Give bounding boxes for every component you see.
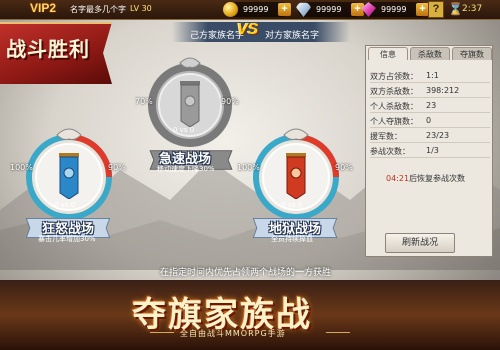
revive-time: 04:21 <box>386 174 410 183</box>
revive-text: 后恢复参战次数 <box>409 174 466 183</box>
player-name: 名字最多几个字 <box>70 5 126 14</box>
red-flag-icon <box>286 153 306 199</box>
battlefield-fury[interactable]: 100% 90% 0 vs 0 狂怒战场 暴击几率增加30% <box>10 125 128 245</box>
vs-emblem: VS <box>237 21 259 38</box>
speed-field-desc: 移动速度下降30% <box>157 165 215 173</box>
stat-row: 参战次数： 1/3 <box>370 143 490 158</box>
player-level: LV 30 <box>130 4 152 13</box>
diamond-icon <box>296 2 311 17</box>
gold-resource: 99999 + <box>223 2 291 17</box>
fury-field-desc: 暴击几率增加30% <box>38 235 96 243</box>
hourglass-icon: ⌛ <box>448 2 463 16</box>
speed-score: 0 vs 0 <box>173 126 195 134</box>
stat-value: 23/23 <box>426 131 450 140</box>
stat-row: 个人夺旗数： 0 <box>370 113 490 128</box>
stat-row: 援军数： 23/23 <box>370 128 490 143</box>
countdown-timer: 2:37 <box>462 4 483 14</box>
tab-flags[interactable]: 夺旗数 <box>452 47 492 60</box>
stat-value: 23 <box>426 101 437 110</box>
promo-subtitle: 全自由战斗MMORPG手游 <box>180 329 286 338</box>
fury-left-pct: 100% <box>10 163 33 172</box>
promo-divider-right <box>326 332 350 333</box>
grey-flag-icon <box>180 81 200 127</box>
stat-label: 双方占领数： <box>370 72 418 81</box>
help-button[interactable]: ? <box>428 1 444 18</box>
battlefield-hell[interactable]: 100% 90% 0 vs 0 地狱战场 全员持续掉血 <box>237 125 355 245</box>
top-resource-bar: VIP2 名字最多几个字 LV 30 99999 + 99999 + 99999… <box>0 0 500 20</box>
stat-value: 0 <box>426 116 432 125</box>
stat-value: 1:1 <box>426 71 439 80</box>
stat-value: 398:212 <box>426 86 460 95</box>
hell-right-pct: 90% <box>335 163 353 172</box>
tab-kills[interactable]: 杀敌数 <box>410 47 450 60</box>
battlefield-speed[interactable]: 70% 90% 0 vs 0 急速战场 移动速度下降30% <box>135 55 245 175</box>
revive-notice: 04:21后恢复参战次数 <box>386 173 465 184</box>
speed-left-pct: 70% <box>135 97 153 106</box>
my-family-name: 己方家族名字 <box>190 31 245 41</box>
victory-rule-text: 在指定时间内优先占领两个战场的一方获胜 <box>160 268 332 278</box>
info-panel: 信息 杀敌数 夺旗数 双方占领数： 1:1 双方杀敌数： 398:212 个人杀… <box>365 45 493 257</box>
stats-list: 双方占领数： 1:1 双方杀敌数： 398:212 个人杀敌数： 23 个人夺旗… <box>370 68 490 158</box>
stat-label: 参战次数： <box>370 147 410 156</box>
stat-label: 个人夺旗数： <box>370 117 418 126</box>
stat-row: 双方占领数： 1:1 <box>370 68 490 83</box>
fury-score: 0 vs 0 <box>54 201 76 209</box>
gold-value: 99999 <box>243 5 269 14</box>
stat-row: 个人杀敌数： 23 <box>370 98 490 113</box>
stat-label: 个人杀敌数： <box>370 102 418 111</box>
hell-score: 0 vs 0 <box>281 201 303 209</box>
victory-title: 战斗胜利 <box>6 37 90 61</box>
blue-flag-icon <box>59 153 79 199</box>
promo-divider-left <box>150 332 174 333</box>
panel-tabs: 信息 杀敌数 夺旗数 <box>366 46 494 60</box>
diamond-resource: 99999 + <box>296 2 364 17</box>
hell-field-desc: 全员持续掉血 <box>271 235 313 243</box>
speed-right-pct: 90% <box>221 97 239 106</box>
hell-left-pct: 100% <box>237 163 260 172</box>
add-gold-button[interactable]: + <box>278 3 291 16</box>
fury-right-pct: 90% <box>108 163 126 172</box>
diamond-value: 99999 <box>316 5 342 14</box>
stat-label: 双方杀敌数： <box>370 87 418 96</box>
gem-resource: 99999 + <box>361 2 429 17</box>
tab-info[interactable]: 信息 <box>368 47 408 60</box>
gem-value: 99999 <box>381 5 407 14</box>
stat-value: 1/3 <box>426 146 439 155</box>
stat-row: 双方杀敌数： 398:212 <box>370 83 490 98</box>
enemy-family-name: 对方家族名字 <box>265 31 320 41</box>
refresh-battle-button[interactable]: 刷新战况 <box>385 233 455 253</box>
vip-badge: VIP2 <box>30 1 57 15</box>
stat-label: 援军数： <box>370 132 402 141</box>
gold-coin-icon <box>223 2 238 17</box>
